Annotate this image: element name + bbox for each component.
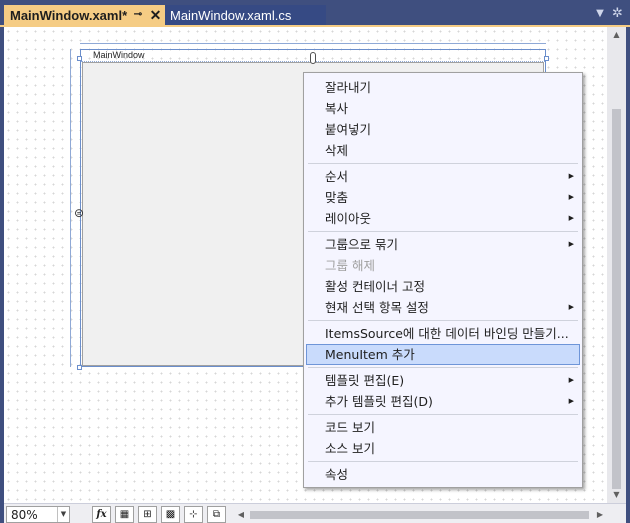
menu-item-view-code[interactable]: 코드 보기 [306, 417, 580, 438]
menu-separator [308, 367, 578, 368]
menu-item-paste[interactable]: 붙여넣기 [306, 119, 580, 140]
menu-item-pin-active-container[interactable]: 활성 컨테이너 고정 [306, 276, 580, 297]
layout-rounding-icon[interactable]: ⧉ [207, 506, 226, 523]
menu-item-group-into[interactable]: 그룹으로 묶기 ▶ [306, 234, 580, 255]
snap-snaplines-icon[interactable]: ⊹ [184, 506, 203, 523]
designer-toolbar: 80% ▼ fx ▦ ⊞ ▩ ⊹ ⧉ ◀ ▶ [4, 503, 626, 523]
context-menu: 잘라내기 복사 붙여넣기 삭제 순서 ▶ 맞춤 ▶ 레이아웃 ▶ 그룹으로 묶기 ▶ 그… [303, 72, 583, 488]
artboard-background-icon[interactable]: ▩ [161, 506, 180, 523]
document-tab-bar: MainWindow.xaml* ⊸ ✕ MainWindow.xaml.cs … [0, 0, 630, 26]
menu-separator [308, 163, 578, 164]
menu-item-set-current-selection[interactable]: 현재 선택 항목 설정 ▶ [306, 297, 580, 318]
menu-item-order[interactable]: 순서 ▶ [306, 166, 580, 187]
submenu-arrow-icon: ▶ [568, 376, 574, 384]
scroll-right-icon[interactable]: ▶ [594, 507, 606, 522]
scroll-thumb[interactable] [612, 109, 621, 489]
menu-item-add-menuitem[interactable]: MenuItem 추가 [306, 344, 580, 365]
zoom-value: 80% [11, 507, 38, 522]
snap-gridlines-icon[interactable]: ⊞ [138, 506, 157, 523]
submenu-arrow-icon: ▶ [568, 193, 574, 201]
window-frame [626, 27, 630, 523]
tab-mainwindow-xaml[interactable]: MainWindow.xaml* ⊸ ✕ [4, 5, 165, 26]
tab-label: MainWindow.xaml.cs [170, 8, 292, 23]
resize-handle[interactable] [544, 56, 549, 61]
menu-item-edit-additional-templates[interactable]: 추가 템플릿 편집(D) ▶ [306, 391, 580, 412]
alignment-guide [70, 49, 71, 367]
resize-handle[interactable] [77, 365, 82, 370]
scroll-up-icon[interactable]: ▲ [607, 27, 626, 43]
grid-icon[interactable]: ▦ [115, 506, 134, 523]
menu-item-properties[interactable]: 속성 [306, 464, 580, 485]
submenu-arrow-icon: ▶ [568, 303, 574, 311]
submenu-arrow-icon: ▶ [568, 240, 574, 248]
zoom-select[interactable]: 80% ▼ [6, 506, 70, 523]
chevron-down-icon[interactable]: ▼ [594, 8, 606, 20]
menu-item-copy[interactable]: 복사 [306, 98, 580, 119]
submenu-arrow-icon: ▶ [568, 397, 574, 405]
column-grip-icon[interactable] [310, 52, 316, 64]
tab-label: MainWindow.xaml* [10, 8, 128, 23]
tab-mainwindow-xaml-cs[interactable]: MainWindow.xaml.cs [165, 5, 326, 26]
resize-handle[interactable] [77, 56, 82, 61]
menu-separator [308, 320, 578, 321]
menu-item-edit-template[interactable]: 템플릿 편집(E) ▶ [306, 370, 580, 391]
menu-separator [308, 461, 578, 462]
horizontal-scroll-thumb[interactable] [250, 511, 589, 519]
alignment-guide [80, 43, 546, 44]
gear-icon[interactable]: ✲ [611, 7, 624, 20]
menu-item-align[interactable]: 맞춤 ▶ [306, 187, 580, 208]
chevron-down-icon[interactable]: ▼ [57, 507, 69, 522]
menu-item-view-source[interactable]: 소스 보기 [306, 438, 580, 459]
menu-separator [308, 231, 578, 232]
scroll-left-icon[interactable]: ◀ [235, 507, 247, 522]
effects-button[interactable]: fx [92, 506, 111, 523]
fx-label: fx [96, 509, 107, 520]
menu-separator [308, 414, 578, 415]
menu-item-layout[interactable]: 레이아웃 ▶ [306, 208, 580, 229]
row-grip-icon[interactable]: ⊜ [74, 207, 88, 219]
submenu-arrow-icon: ▶ [568, 172, 574, 180]
submenu-arrow-icon: ▶ [568, 214, 574, 222]
menu-item-cut[interactable]: 잘라내기 [306, 77, 580, 98]
menu-item-delete[interactable]: 삭제 [306, 140, 580, 161]
close-icon[interactable]: ✕ [149, 8, 162, 22]
menu-item-ungroup: 그룹 해제 [325, 258, 375, 273]
scroll-down-icon[interactable]: ▼ [607, 487, 626, 503]
vertical-scrollbar[interactable]: ▲ ▼ [607, 27, 626, 503]
menu-item-create-data-binding[interactable]: ItemsSource에 대한 데이터 바인딩 만들기... [306, 323, 580, 344]
pin-icon[interactable]: ⊸ [132, 9, 144, 21]
